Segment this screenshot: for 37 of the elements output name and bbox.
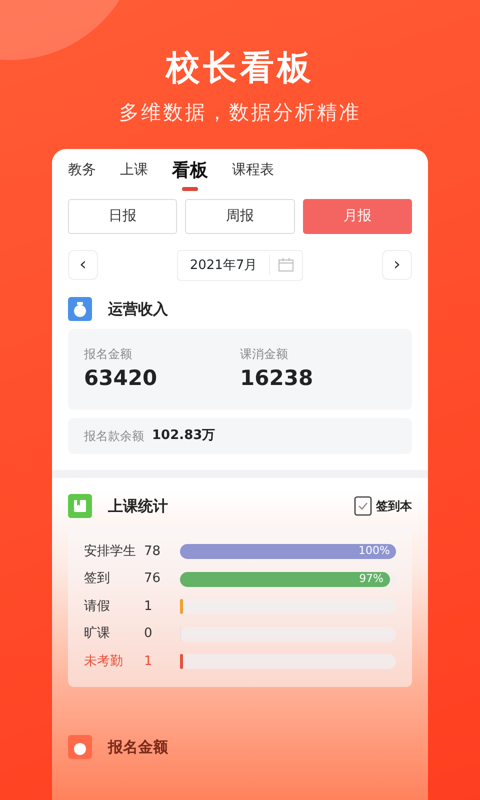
tab[interactable]: 教务 <box>68 160 96 181</box>
section-title: 报名金额 <box>108 737 168 758</box>
stat-count: 76 <box>144 570 162 588</box>
calendar-icon <box>278 258 294 272</box>
percent-label: 100% <box>358 543 391 560</box>
stat-count: 1 <box>144 598 154 616</box>
balance-value: 102.83万 <box>152 427 216 446</box>
percent-label: 97% <box>359 570 385 587</box>
metric-label: 课消金额 <box>240 346 289 363</box>
next-button[interactable]: › <box>382 250 412 280</box>
stat-count: 78 <box>144 542 162 561</box>
balance-label: 报名款余额 <box>84 428 144 446</box>
tab[interactable]: 上课 <box>120 160 148 181</box>
page-title: 校长看板 <box>164 48 315 89</box>
tab-indicator <box>182 186 198 191</box>
stat-label: 安排学生 <box>84 542 137 561</box>
tab[interactable]: 课程表 <box>232 160 274 181</box>
metric-label: 报名金额 <box>84 346 133 363</box>
date-picker[interactable]: 2021年7月 <box>176 250 304 281</box>
stat-label: 未考勤 <box>84 652 124 671</box>
stat-count: 1 <box>144 652 154 671</box>
previous-button[interactable]: ‹ <box>68 250 98 280</box>
page-subtitle: 多维数据，数据分析精准 <box>118 98 362 126</box>
section-title: 上课统计 <box>108 496 168 517</box>
metric-value: 63420 <box>84 364 158 392</box>
metric-value: 16238 <box>240 364 314 392</box>
tab[interactable]: 看板 <box>172 156 208 184</box>
stat-label: 请假 <box>84 598 111 616</box>
stat-count: 0 <box>144 625 154 644</box>
checklist-icon <box>354 496 372 516</box>
sign-in-book-button[interactable]: 签到本 <box>354 496 412 516</box>
section-title: 运营收入 <box>108 298 168 320</box>
period-button[interactable]: 周报 <box>185 198 295 234</box>
period-button[interactable]: 日报 <box>68 198 178 234</box>
book-icon <box>68 494 92 518</box>
stat-label: 签到 <box>84 570 111 588</box>
stat-label: 旷课 <box>84 625 111 644</box>
